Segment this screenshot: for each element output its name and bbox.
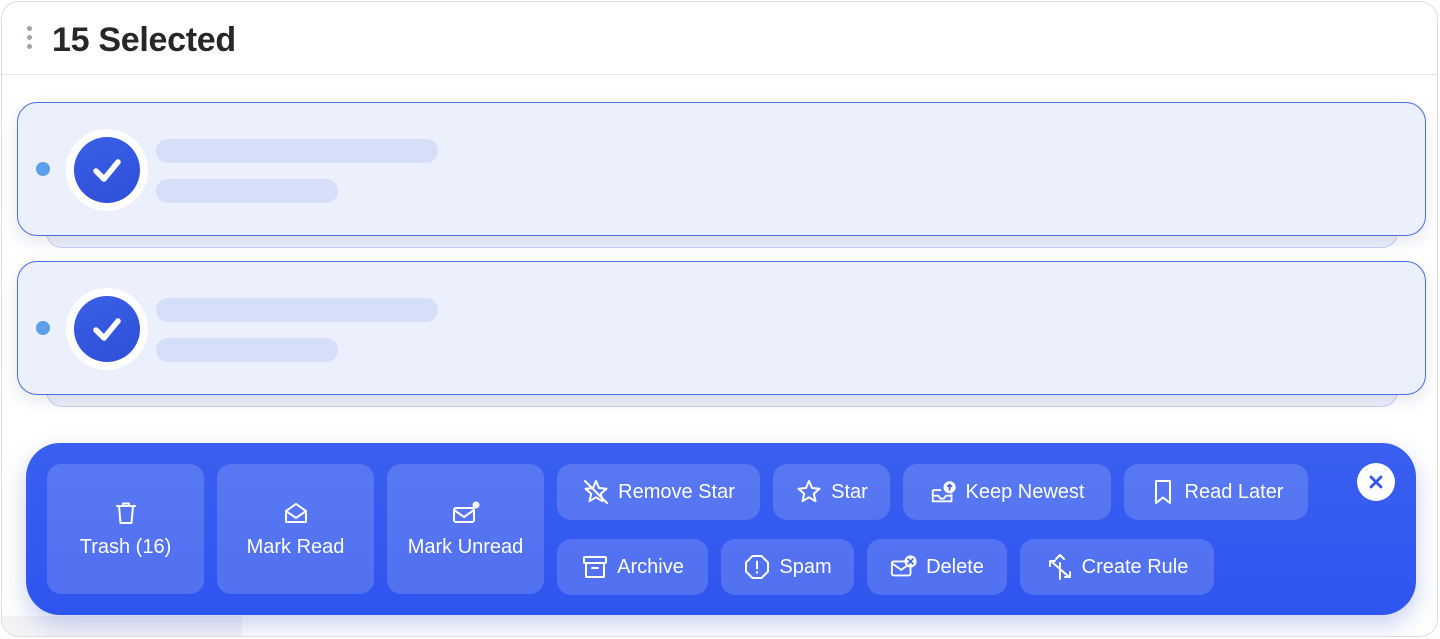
archive-icon: [581, 553, 609, 581]
page-title: 15 Selected: [52, 21, 236, 59]
spam-button[interactable]: Spam: [721, 539, 854, 595]
keep-newest-button[interactable]: Keep Newest: [903, 464, 1111, 520]
remove-star-label: Remove Star: [618, 480, 735, 503]
archive-label: Archive: [617, 555, 684, 578]
unread-indicator: [36, 162, 50, 176]
envelope-dot-icon: [452, 499, 480, 527]
mark-unread-label: Mark Unread: [407, 536, 524, 558]
sender-placeholder: [156, 139, 438, 163]
mark-read-button[interactable]: Mark Read: [217, 464, 374, 594]
read-later-label: Read Later: [1184, 480, 1284, 503]
trash-icon: [112, 499, 140, 527]
email-row[interactable]: [17, 102, 1426, 236]
close-icon: [1368, 474, 1384, 490]
sender-placeholder: [156, 298, 438, 322]
keep-newest-label: Keep Newest: [965, 480, 1085, 503]
bookmark-icon: [1149, 478, 1177, 506]
archive-button[interactable]: Archive: [557, 539, 708, 595]
star-icon: [795, 478, 823, 506]
delete-button[interactable]: Delete: [867, 539, 1007, 595]
trash-button[interactable]: Trash (16): [47, 464, 204, 594]
trash-label: Trash (16): [79, 536, 172, 558]
delete-label: Delete: [926, 555, 984, 578]
checkmark-icon: [74, 296, 140, 362]
star-label: Star: [831, 480, 868, 503]
star-off-icon: [582, 478, 610, 506]
footer-strip: [2, 616, 242, 636]
create-rule-label: Create Rule: [1081, 555, 1189, 578]
checkmark-icon: [74, 137, 140, 203]
spam-label: Spam: [779, 555, 832, 578]
star-button[interactable]: Star: [773, 464, 890, 520]
bulk-action-bar: Trash (16) Mark Read Mark Unread Remove …: [26, 443, 1416, 615]
read-later-button[interactable]: Read Later: [1124, 464, 1308, 520]
mark-read-label: Mark Read: [246, 536, 345, 558]
create-rule-button[interactable]: Create Rule: [1020, 539, 1214, 595]
remove-star-button[interactable]: Remove Star: [557, 464, 760, 520]
row-checkbox[interactable]: [66, 129, 148, 211]
drag-handle-icon[interactable]: [26, 26, 34, 54]
spam-octagon-icon: [743, 553, 771, 581]
row-checkbox[interactable]: [66, 288, 148, 370]
subject-placeholder: [156, 338, 338, 362]
subject-placeholder: [156, 179, 338, 203]
selection-header: 15 Selected: [2, 2, 1437, 75]
close-button[interactable]: [1357, 463, 1395, 501]
unread-indicator: [36, 321, 50, 335]
split-arrows-icon: [1046, 553, 1074, 581]
email-row[interactable]: [17, 261, 1426, 395]
envelope-open-icon: [282, 499, 310, 527]
mark-unread-button[interactable]: Mark Unread: [387, 464, 544, 594]
bulk-selection-panel: 15 Selected Trash (16) Mark Read Mark Un…: [1, 1, 1438, 637]
inbox-upload-icon: [930, 478, 958, 506]
email-list: [2, 76, 1437, 446]
envelope-x-icon: [890, 553, 918, 581]
